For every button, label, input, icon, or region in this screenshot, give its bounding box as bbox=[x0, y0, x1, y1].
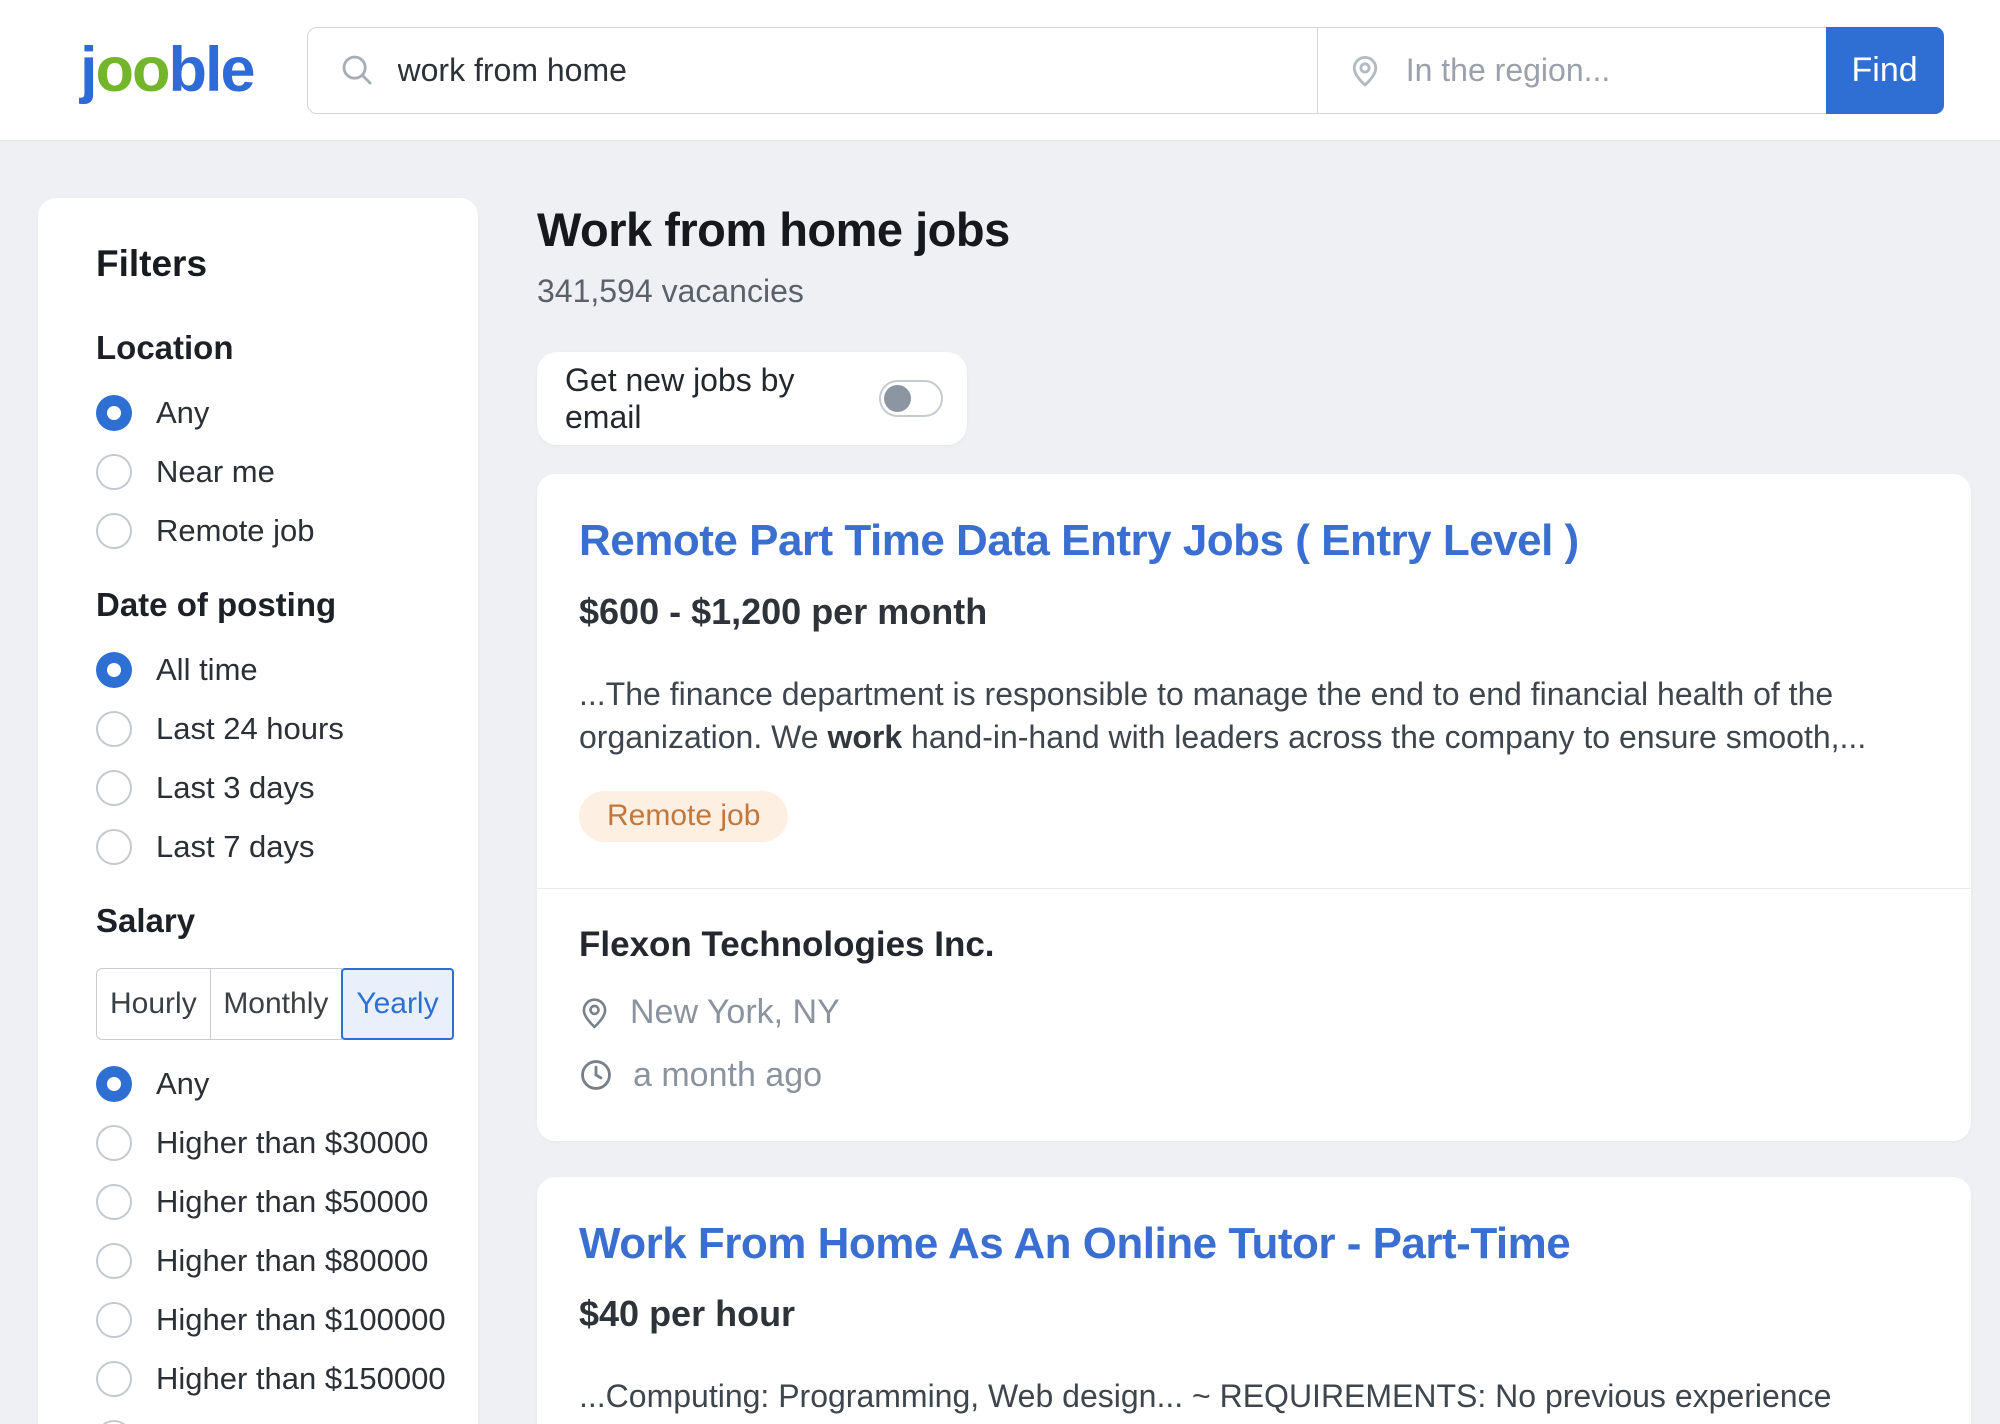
location-filter-section: Location Any Near me Remote job bbox=[96, 329, 454, 549]
top-header: jooble Find bbox=[0, 0, 2000, 140]
radio-icon[interactable] bbox=[96, 454, 132, 490]
radio-icon[interactable] bbox=[96, 1243, 132, 1279]
job-card: Work From Home As An Online Tutor - Part… bbox=[537, 1177, 1971, 1424]
job-description: ...Computing: Programming, Web design...… bbox=[579, 1375, 1929, 1424]
date-filter-section: Date of posting All time Last 24 hours Las… bbox=[96, 586, 454, 865]
salary-option-label: Higher than $80000 bbox=[156, 1243, 428, 1279]
date-option-label: Last 3 days bbox=[156, 770, 315, 806]
date-option-label: All time bbox=[156, 652, 258, 688]
search-input[interactable] bbox=[398, 52, 1317, 89]
date-option-label: Last 24 hours bbox=[156, 711, 344, 747]
radio-icon[interactable] bbox=[96, 1420, 132, 1424]
salary-option-other[interactable]: Other bbox=[96, 1420, 454, 1424]
salary-period-monthly[interactable]: Monthly bbox=[210, 968, 342, 1040]
job-posted: a month ago bbox=[633, 1056, 822, 1095]
location-option-label: Remote job bbox=[156, 513, 315, 549]
job-title-link[interactable]: Remote Part Time Data Entry Jobs ( Entry… bbox=[579, 516, 1579, 567]
date-radio-group: All time Last 24 hours Last 3 days Last 7 d… bbox=[96, 652, 454, 865]
search-bar: Find bbox=[307, 27, 1944, 114]
page-body: Filters Location Any Near me Remote job Da… bbox=[0, 140, 2000, 1424]
radio-selected-icon[interactable] bbox=[96, 395, 132, 431]
salary-option-label: Any bbox=[156, 1066, 209, 1102]
date-option-all-time[interactable]: All time bbox=[96, 652, 454, 688]
job-description: ...The finance department is responsible… bbox=[579, 673, 1929, 759]
salary-option-higher-than-150000[interactable]: Higher than $150000 bbox=[96, 1361, 454, 1397]
remote-job-tag: Remote job bbox=[579, 791, 788, 842]
salary-period-segmented: HourlyMonthlyYearly bbox=[96, 968, 454, 1040]
jooble-logo[interactable]: jooble bbox=[80, 39, 254, 102]
salary-option-higher-than-30000[interactable]: Higher than $30000 bbox=[96, 1125, 454, 1161]
radio-selected-icon[interactable] bbox=[96, 652, 132, 688]
filters-title: Filters bbox=[96, 243, 454, 285]
job-salary: $600 - $1,200 per month bbox=[579, 591, 1929, 633]
location-option-any[interactable]: Any bbox=[96, 395, 454, 431]
location-option-label: Near me bbox=[156, 454, 275, 490]
region-search-section bbox=[1318, 28, 1826, 113]
job-card-footer: Flexon Technologies Inc. New York, NY a … bbox=[537, 888, 1971, 1141]
location-option-near-me[interactable]: Near me bbox=[96, 454, 454, 490]
date-option-last-7-days[interactable]: Last 7 days bbox=[96, 829, 454, 865]
email-subscribe-pill: Get new jobs by email bbox=[537, 352, 967, 445]
salary-option-label: Other bbox=[156, 1420, 234, 1424]
vacancies-count: 341,594 vacancies bbox=[537, 273, 1971, 310]
company-name: Flexon Technologies Inc. bbox=[579, 925, 1929, 965]
logo-part: ble bbox=[168, 35, 253, 105]
results-column: Work from home jobs 341,594 vacancies Ge… bbox=[537, 198, 1971, 1424]
email-subscribe-label: Get new jobs by email bbox=[565, 362, 857, 436]
location-filter-label: Location bbox=[96, 329, 454, 367]
description-segment: ...Computing: Programming, Web design...… bbox=[579, 1378, 1831, 1424]
radio-icon[interactable] bbox=[96, 1184, 132, 1220]
radio-icon[interactable] bbox=[96, 829, 132, 865]
salary-filter-section: Salary HourlyMonthlyYearly Any Higher tha… bbox=[96, 902, 454, 1424]
clock-icon bbox=[579, 1058, 613, 1092]
radio-icon[interactable] bbox=[96, 1302, 132, 1338]
location-radio-group: Any Near me Remote job bbox=[96, 395, 454, 549]
salary-filter-label: Salary bbox=[96, 902, 454, 940]
salary-option-any[interactable]: Any bbox=[96, 1066, 454, 1102]
radio-icon[interactable] bbox=[96, 770, 132, 806]
salary-period-yearly[interactable]: Yearly bbox=[341, 968, 454, 1040]
job-posted-row: a month ago bbox=[579, 1056, 1929, 1095]
salary-option-label: Higher than $30000 bbox=[156, 1125, 428, 1161]
radio-icon[interactable] bbox=[96, 1361, 132, 1397]
region-input[interactable] bbox=[1406, 52, 1826, 89]
job-location-row: New York, NY bbox=[579, 993, 1929, 1032]
date-option-last-24-hours[interactable]: Last 24 hours bbox=[96, 711, 454, 747]
filters-panel: Filters Location Any Near me Remote job Da… bbox=[38, 198, 478, 1424]
job-card: Remote Part Time Data Entry Jobs ( Entry… bbox=[537, 474, 1971, 1141]
toggle-knob bbox=[884, 385, 911, 412]
location-option-label: Any bbox=[156, 395, 209, 431]
description-segment: hand-in-hand with leaders across the com… bbox=[902, 719, 1866, 755]
radio-icon[interactable] bbox=[96, 1125, 132, 1161]
logo-part: j bbox=[80, 35, 96, 105]
location-pin-icon bbox=[579, 993, 610, 1031]
salary-option-label: Higher than $50000 bbox=[156, 1184, 428, 1220]
page-title: Work from home jobs bbox=[537, 202, 1971, 257]
date-option-label: Last 7 days bbox=[156, 829, 315, 865]
find-button[interactable]: Find bbox=[1826, 27, 1944, 114]
logo-part: oo bbox=[96, 35, 169, 105]
email-subscribe-toggle[interactable] bbox=[879, 380, 943, 417]
salary-period-hourly[interactable]: Hourly bbox=[96, 968, 211, 1040]
location-pin-icon bbox=[1346, 51, 1384, 89]
salary-option-label: Higher than $150000 bbox=[156, 1361, 446, 1397]
salary-option-label: Higher than $100000 bbox=[156, 1302, 446, 1338]
search-icon bbox=[338, 51, 376, 89]
description-segment: work bbox=[827, 719, 902, 755]
salary-radio-group: Any Higher than $30000 Higher than $50000 H… bbox=[96, 1066, 454, 1424]
keyword-search-section bbox=[308, 28, 1318, 113]
salary-option-higher-than-50000[interactable]: Higher than $50000 bbox=[96, 1184, 454, 1220]
job-location: New York, NY bbox=[630, 993, 840, 1032]
date-option-last-3-days[interactable]: Last 3 days bbox=[96, 770, 454, 806]
radio-icon[interactable] bbox=[96, 513, 132, 549]
job-salary: $40 per hour bbox=[579, 1293, 1929, 1335]
location-option-remote-job[interactable]: Remote job bbox=[96, 513, 454, 549]
radio-icon[interactable] bbox=[96, 711, 132, 747]
job-title-link[interactable]: Work From Home As An Online Tutor - Part… bbox=[579, 1219, 1570, 1270]
salary-option-higher-than-100000[interactable]: Higher than $100000 bbox=[96, 1302, 454, 1338]
date-filter-label: Date of posting bbox=[96, 586, 454, 624]
radio-selected-icon[interactable] bbox=[96, 1066, 132, 1102]
salary-option-higher-than-80000[interactable]: Higher than $80000 bbox=[96, 1243, 454, 1279]
